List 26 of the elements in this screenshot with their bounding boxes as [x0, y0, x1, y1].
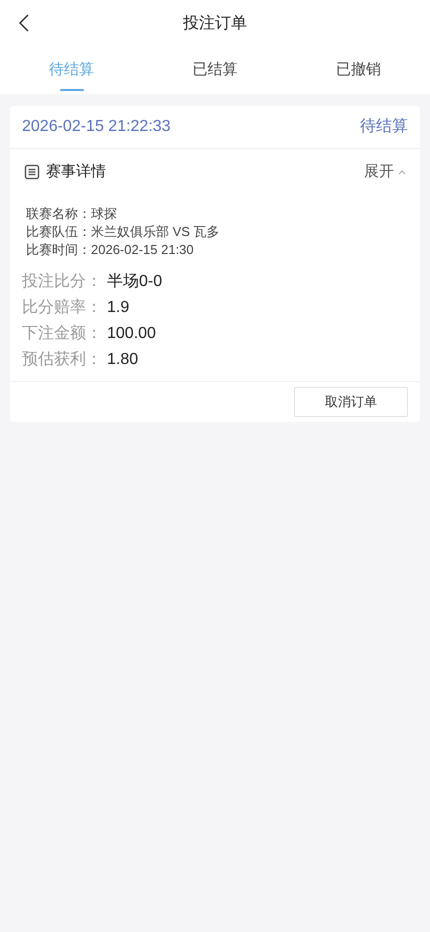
list-icon — [24, 164, 40, 180]
info-label: 联赛名称： — [26, 205, 91, 223]
tab[interactable]: 已撤销 — [286, 47, 430, 94]
info-value: 米兰奴俱乐部 VS 瓦多 — [91, 223, 220, 241]
expand-toggle[interactable]: 展开 — [364, 160, 406, 184]
field-value: 1.9 — [107, 298, 130, 318]
field-value: 1.80 — [107, 350, 138, 370]
section-title: 赛事详情 — [46, 162, 106, 182]
field-value: 半场0-0 — [107, 272, 162, 292]
page-title: 投注订单 — [183, 14, 247, 34]
chevron-up-icon — [398, 169, 406, 175]
info-label: 比赛时间： — [26, 241, 91, 259]
order-status: 待结算 — [360, 116, 408, 137]
info-value: 球探 — [91, 205, 117, 223]
tab[interactable]: 已结算 — [143, 47, 287, 94]
order-time: 2026-02-15 21:22:33 — [22, 117, 171, 137]
field-value: 100.00 — [107, 324, 156, 344]
tab-indicator — [60, 89, 84, 91]
cancel-order-button[interactable]: 取消订单 — [294, 387, 408, 417]
field-label: 预估获利： — [22, 350, 103, 370]
info-label: 比赛队伍： — [26, 223, 91, 241]
field-label: 下注金额： — [22, 324, 103, 344]
field-label: 投注比分： — [22, 272, 103, 292]
field-label: 比分赔率： — [22, 298, 103, 318]
info-value: 2026-02-15 21:30 — [91, 241, 194, 259]
back-icon — [19, 14, 29, 32]
